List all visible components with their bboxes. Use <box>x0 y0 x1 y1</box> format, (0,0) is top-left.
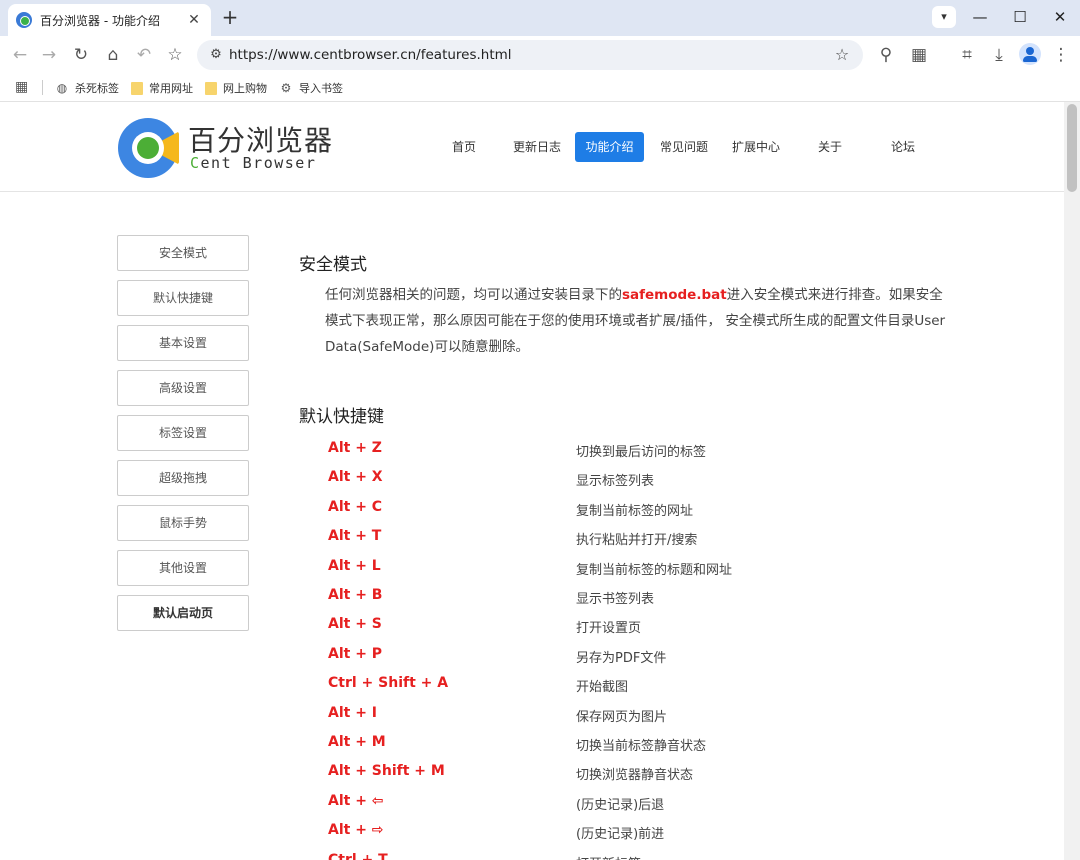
shortcut-description: 切换到最后访问的标签 <box>576 445 707 460</box>
globe-icon: ◍ <box>56 81 68 95</box>
shortcut-description: 显示书签列表 <box>576 592 655 607</box>
shortcut-description: 打开新标签 <box>576 853 641 860</box>
shortcut-key: Ctrl + Shift + A <box>328 675 449 691</box>
nav-faq[interactable]: 常见问题 <box>652 132 716 162</box>
shortcut-description: 执行粘贴并打开/搜索 <box>576 533 698 548</box>
logo-chinese-name: 百分浏览器 <box>188 124 334 157</box>
nav-features[interactable]: 功能介绍 <box>575 132 644 162</box>
tab-strip: 百分浏览器 - 功能介绍 ✕ + ▾ — ☐ ✕ <box>0 0 1080 36</box>
section-title-safe-mode: 安全模式 <box>299 255 367 275</box>
tab-search-chevron-icon[interactable]: ▾ <box>932 6 956 28</box>
tab-close-icon[interactable]: ✕ <box>185 12 203 28</box>
safe-mode-description: 任何浏览器相关的问题，均可以通过安装目录下的safemode.bat进入安全模式… <box>325 287 946 355</box>
section-title-shortcuts: 默认快捷键 <box>299 407 384 427</box>
url-text[interactable]: https://www.centbrowser.cn/features.html <box>229 40 512 70</box>
bookmark-folder-shopping[interactable]: 网上购物 <box>205 78 267 98</box>
reload-icon[interactable]: ↻ <box>69 43 93 67</box>
bookmark-star-icon[interactable]: ☆ <box>163 43 187 67</box>
bookmark-label: 杀死标签 <box>75 82 119 95</box>
shortcut-description: 显示标签列表 <box>576 474 655 489</box>
sidebar-item-basic-settings[interactable]: 基本设置 <box>117 325 249 361</box>
bookmark-page-star-icon[interactable]: ☆ <box>831 44 853 66</box>
shortcut-description: 切换浏览器静音状态 <box>576 768 694 783</box>
shortcut-key: Alt + ⇨ <box>328 822 384 838</box>
gear-icon: ⚙ <box>280 81 292 95</box>
folder-icon <box>205 81 217 95</box>
shortcut-key: Ctrl + T <box>328 852 388 860</box>
shortcut-key: Alt + B <box>328 587 383 603</box>
bookmarks-separator <box>42 80 43 95</box>
apps-grid-icon[interactable]: ▦ <box>15 79 31 95</box>
shortcut-description: (历史记录)后退 <box>576 798 665 813</box>
nav-changelog[interactable]: 更新日志 <box>505 132 569 162</box>
shortcut-key: Alt + C <box>328 499 383 515</box>
browser-tab-active[interactable]: 百分浏览器 - 功能介绍 ✕ <box>8 4 211 36</box>
address-bar[interactable]: ⚙ https://www.centbrowser.cn/features.ht… <box>197 40 863 70</box>
shortcut-description: 切换当前标签静音状态 <box>576 739 707 754</box>
bookmark-kill-tabs[interactable]: ◍ 杀死标签 <box>55 78 119 98</box>
new-tab-plus-icon[interactable]: + <box>218 6 242 30</box>
undo-close-tab-icon[interactable]: ↶ <box>132 43 156 67</box>
tab-title: 百分浏览器 - 功能介绍 <box>40 13 160 28</box>
safemode-bat-highlight: safemode.bat <box>622 287 727 303</box>
nav-home[interactable]: 首页 <box>440 132 488 162</box>
page-viewport: 百分浏览器 Cent Browser 首页 更新日志 功能介绍 常见问题 扩展中… <box>0 102 1064 860</box>
bookmark-folder-common[interactable]: 常用网址 <box>131 78 193 98</box>
shortcut-description: 复制当前标签的标题和网址 <box>576 563 733 578</box>
sidebar-item-shortcuts[interactable]: 默认快捷键 <box>117 280 249 316</box>
sidebar-item-super-drag[interactable]: 超级拖拽 <box>117 460 249 496</box>
bookmarks-bar: ▦ ◍ 杀死标签 常用网址 网上购物 ⚙ 导入书签 <box>0 74 1080 102</box>
shortcut-key: Alt + S <box>328 616 382 632</box>
nav-about[interactable]: 关于 <box>808 132 852 162</box>
search-icon[interactable]: ⚲ <box>874 43 898 67</box>
bookmark-import[interactable]: ⚙ 导入书签 <box>279 78 343 98</box>
shortcut-key: Alt + P <box>328 646 383 662</box>
cent-browser-logo-icon[interactable] <box>117 117 179 179</box>
nav-extensions[interactable]: 扩展中心 <box>724 132 788 162</box>
shortcut-key: Alt + L <box>328 558 381 574</box>
sidebar-item-safe-mode[interactable]: 安全模式 <box>117 235 249 271</box>
scrollbar-thumb[interactable] <box>1067 104 1077 192</box>
download-icon[interactable]: ⤓ <box>987 43 1011 67</box>
shortcut-description: 保存网页为图片 <box>576 710 668 725</box>
shortcut-key: Alt + ⇦ <box>328 793 384 809</box>
sidebar-item-default-startup[interactable]: 默认启动页 <box>117 595 249 631</box>
shortcut-description: 复制当前标签的网址 <box>576 504 694 519</box>
browser-toolbar: ← → ↻ ⌂ ↶ ☆ ⚙ https://www.centbrowser.cn… <box>0 36 1080 74</box>
shortcut-key: Alt + M <box>328 734 386 750</box>
folder-icon <box>131 81 143 95</box>
sidebar-item-tab-settings[interactable]: 标签设置 <box>117 415 249 451</box>
sidebar-item-other-settings[interactable]: 其他设置 <box>117 550 249 586</box>
home-icon[interactable]: ⌂ <box>101 43 125 67</box>
shortcut-key: Alt + I <box>328 705 378 721</box>
profile-avatar-icon[interactable] <box>1019 43 1041 65</box>
site-info-tune-icon[interactable]: ⚙ <box>205 44 227 66</box>
screenshot-crop-icon[interactable]: ⌗ <box>955 43 979 67</box>
bookmark-label: 导入书签 <box>299 82 343 95</box>
shortcut-key: Alt + T <box>328 528 382 544</box>
minimize-icon[interactable]: — <box>960 4 1000 30</box>
window-close-icon[interactable]: ✕ <box>1040 4 1080 30</box>
bookmark-label: 网上购物 <box>223 82 267 95</box>
back-arrow-icon[interactable]: ← <box>8 43 32 67</box>
shortcut-description: 开始截图 <box>576 680 629 695</box>
page-scrollbar[interactable] <box>1064 102 1080 860</box>
maximize-icon[interactable]: ☐ <box>1000 4 1040 30</box>
qr-code-icon[interactable]: ▦ <box>907 43 931 67</box>
shortcut-key: Alt + X <box>328 469 383 485</box>
shortcut-description: 打开设置页 <box>576 621 642 636</box>
nav-forum[interactable]: 论坛 <box>881 132 925 162</box>
shortcut-key: Alt + Shift + M <box>328 763 445 779</box>
cent-browser-favicon-icon <box>16 12 32 28</box>
sidebar-item-advanced-settings[interactable]: 高级设置 <box>117 370 249 406</box>
shortcut-key: Alt + Z <box>328 440 382 456</box>
forward-arrow-icon[interactable]: → <box>37 43 61 67</box>
menu-dots-icon[interactable]: ⋮ <box>1049 43 1073 67</box>
sidebar-item-mouse-gestures[interactable]: 鼠标手势 <box>117 505 249 541</box>
shortcut-description: 另存为PDF文件 <box>576 651 667 666</box>
shortcut-description: (历史记录)前进 <box>576 827 665 842</box>
bookmark-label: 常用网址 <box>149 82 193 95</box>
site-header: 百分浏览器 Cent Browser 首页 更新日志 功能介绍 常见问题 扩展中… <box>0 102 1064 192</box>
logo-english-name: Cent Browser <box>190 154 317 172</box>
